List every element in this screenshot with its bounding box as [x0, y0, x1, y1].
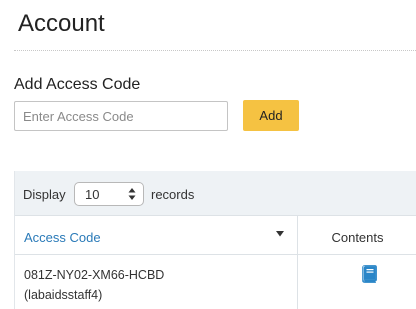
sort-desc-icon[interactable] — [276, 231, 284, 237]
select-arrows-icon — [128, 188, 136, 200]
access-code-value: 081Z-NY02-XM66-HCBD — [24, 268, 165, 282]
account-page: Account Add Access Code Add Display 10 r… — [0, 0, 416, 309]
table-toolbar: Display 10 records — [15, 171, 416, 215]
records-label: records — [151, 187, 195, 202]
title-divider — [14, 50, 416, 51]
add-button[interactable]: Add — [243, 100, 299, 131]
column-header-contents: Contents — [331, 230, 384, 245]
table-header: Access Code Contents — [15, 215, 416, 256]
access-code-cell: 081Z-NY02-XM66-HCBD (labaidsstaff4) — [24, 265, 164, 305]
display-label: Display — [23, 187, 66, 202]
add-access-code-heading: Add Access Code — [14, 76, 141, 93]
page-title: Account — [18, 10, 105, 37]
records-per-page-value: 10 — [85, 187, 100, 202]
book-icon[interactable] — [361, 265, 377, 283]
access-code-owner: (labaidsstaff4) — [24, 288, 103, 302]
access-codes-table: Display 10 records Access Code Contents … — [14, 171, 416, 309]
column-header-access-code[interactable]: Access Code — [24, 230, 101, 245]
records-per-page-select[interactable]: 10 — [74, 182, 144, 206]
column-divider — [297, 255, 298, 309]
access-code-input[interactable] — [14, 101, 228, 131]
table-row: 081Z-NY02-XM66-HCBD (labaidsstaff4) — [15, 255, 416, 309]
